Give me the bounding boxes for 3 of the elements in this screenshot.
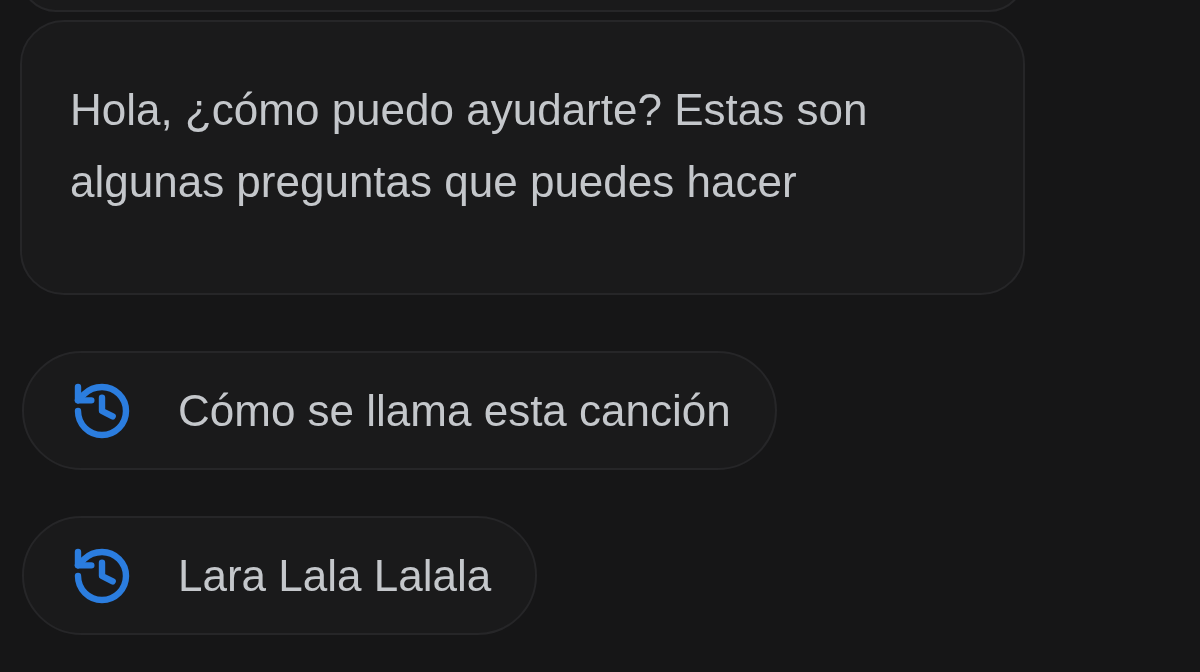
message-text: Hola, ¿cómo puedo ayudarte? Estas son algunas preguntas que puedes hacer	[70, 84, 869, 208]
suggestion-chip[interactable]: Cómo se llama esta canción	[22, 351, 777, 470]
suggestion-chip[interactable]: Lara Lala Lalala	[22, 516, 538, 635]
